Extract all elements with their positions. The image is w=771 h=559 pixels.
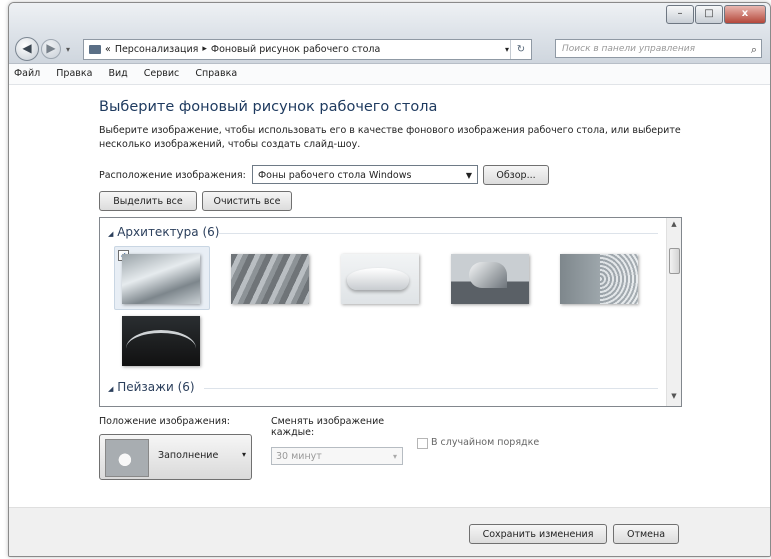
breadcrumb-personalization[interactable]: Персонализация	[115, 40, 199, 59]
position-value: Заполнение	[158, 450, 219, 461]
interval-value: 30 минут	[276, 451, 322, 462]
location-value: Фоны рабочего стола Windows	[258, 170, 412, 181]
maximize-button[interactable]: □	[695, 5, 723, 24]
wallpaper-thumb-2[interactable]	[231, 254, 309, 304]
menu-file[interactable]: Файл	[14, 68, 40, 79]
scroll-up-icon[interactable]: ▲	[667, 220, 681, 232]
wallpaper-thumb-4[interactable]	[451, 254, 529, 304]
menu-edit[interactable]: Правка	[56, 68, 92, 79]
select-all-button[interactable]: Выделить все	[99, 191, 197, 211]
shuffle-checkbox[interactable]	[417, 438, 428, 449]
group-divider	[204, 388, 658, 389]
chevron-down-icon: ▾	[392, 452, 397, 461]
wallpaper-thumb-1[interactable]	[122, 254, 200, 304]
menu-help[interactable]: Справка	[195, 68, 237, 79]
recent-pages-dropdown[interactable]: ▾	[66, 45, 70, 54]
wallpaper-gallery[interactable]: ◢ Архитектура (6) ✓ ◢ Пейзажи (6) ▲ ▼	[99, 217, 682, 407]
group-divider	[218, 233, 658, 234]
location-select[interactable]: Фоны рабочего стола Windows ▼	[252, 165, 478, 184]
close-button[interactable]: x	[724, 5, 766, 24]
page-title: Выберите фоновый рисунок рабочего стола	[99, 99, 438, 115]
save-changes-button[interactable]: Сохранить изменения	[469, 524, 607, 544]
wallpaper-thumb-5[interactable]	[560, 254, 638, 304]
location-label: Расположение изображения:	[99, 170, 246, 181]
breadcrumb-separator-icon[interactable]: ▸	[202, 40, 207, 59]
refresh-icon[interactable]: ↻	[510, 40, 531, 59]
shuffle-label: В случайном порядке	[431, 437, 540, 448]
group-header-landscapes[interactable]: ◢ Пейзажи (6)	[108, 380, 195, 394]
menu-tools[interactable]: Сервис	[144, 68, 180, 79]
cancel-button[interactable]: Отмена	[613, 524, 679, 544]
interval-select[interactable]: 30 минут ▾	[271, 447, 403, 465]
clear-all-button[interactable]: Очистить все	[202, 191, 292, 211]
title-bar: – □ x ◀ ▶ ▾ « Персонализация ▸ Фоновый р…	[9, 3, 770, 64]
breadcrumb-desktop-background[interactable]: Фоновый рисунок рабочего стола	[211, 40, 380, 59]
menu-view[interactable]: Вид	[108, 68, 127, 79]
description-line-1: Выберите изображение, чтобы использовать…	[99, 125, 681, 136]
description-line-2: несколько изображений, чтобы создать сла…	[99, 139, 361, 150]
main-content: Выберите фоновый рисунок рабочего стола …	[9, 85, 770, 556]
window-controls: – □ x	[665, 5, 766, 24]
wallpaper-thumb-3[interactable]	[341, 254, 419, 304]
collapse-icon[interactable]: ◢	[108, 230, 113, 238]
fill-preview-icon	[105, 439, 149, 477]
group-label: Пейзажи (6)	[117, 380, 195, 394]
scroll-down-icon[interactable]: ▼	[667, 392, 681, 404]
search-icon[interactable]: ⌕	[751, 40, 757, 59]
interval-label: Сменять изображение каждые:	[271, 416, 384, 438]
address-bar[interactable]: « Персонализация ▸ Фоновый рисунок рабоч…	[83, 39, 532, 60]
back-arrow-icon[interactable]: ◀	[15, 37, 39, 61]
forward-arrow-icon[interactable]: ▶	[41, 39, 61, 59]
scrollbar-thumb[interactable]	[669, 248, 680, 274]
interval-label-line-1: Сменять изображение	[271, 416, 385, 427]
group-label: Архитектура (6)	[117, 225, 220, 239]
chevron-down-icon: ▼	[465, 171, 472, 180]
footer-bar: Сохранить изменения Отмена	[9, 507, 770, 556]
search-input[interactable]: Поиск в панели управления ⌕	[555, 39, 762, 58]
address-prefix[interactable]: «	[105, 40, 111, 59]
wallpaper-thumb-6[interactable]	[122, 316, 200, 366]
search-placeholder: Поиск в панели управления	[562, 44, 695, 54]
interval-label-line-2: каждые:	[271, 427, 315, 438]
menu-bar: Файл Правка Вид Сервис Справка	[9, 64, 770, 85]
position-label: Положение изображения:	[99, 416, 230, 427]
position-dropdown[interactable]: Заполнение ▾	[99, 434, 252, 480]
minimize-button[interactable]: –	[666, 5, 694, 24]
group-header-architecture[interactable]: ◢ Архитектура (6)	[108, 225, 219, 239]
control-panel-icon	[89, 45, 101, 54]
page-description: Выберите изображение, чтобы использовать…	[99, 124, 699, 152]
gallery-scrollbar[interactable]: ▲ ▼	[666, 218, 681, 406]
navigation-buttons: ◀ ▶ ▾	[15, 37, 73, 61]
collapse-icon[interactable]: ◢	[108, 385, 113, 393]
browse-button[interactable]: Обзор...	[483, 165, 549, 185]
control-panel-window: – □ x ◀ ▶ ▾ « Персонализация ▸ Фоновый р…	[8, 2, 771, 557]
address-dropdown-icon[interactable]: ▾	[505, 40, 509, 59]
chevron-down-icon: ▾	[241, 450, 246, 459]
